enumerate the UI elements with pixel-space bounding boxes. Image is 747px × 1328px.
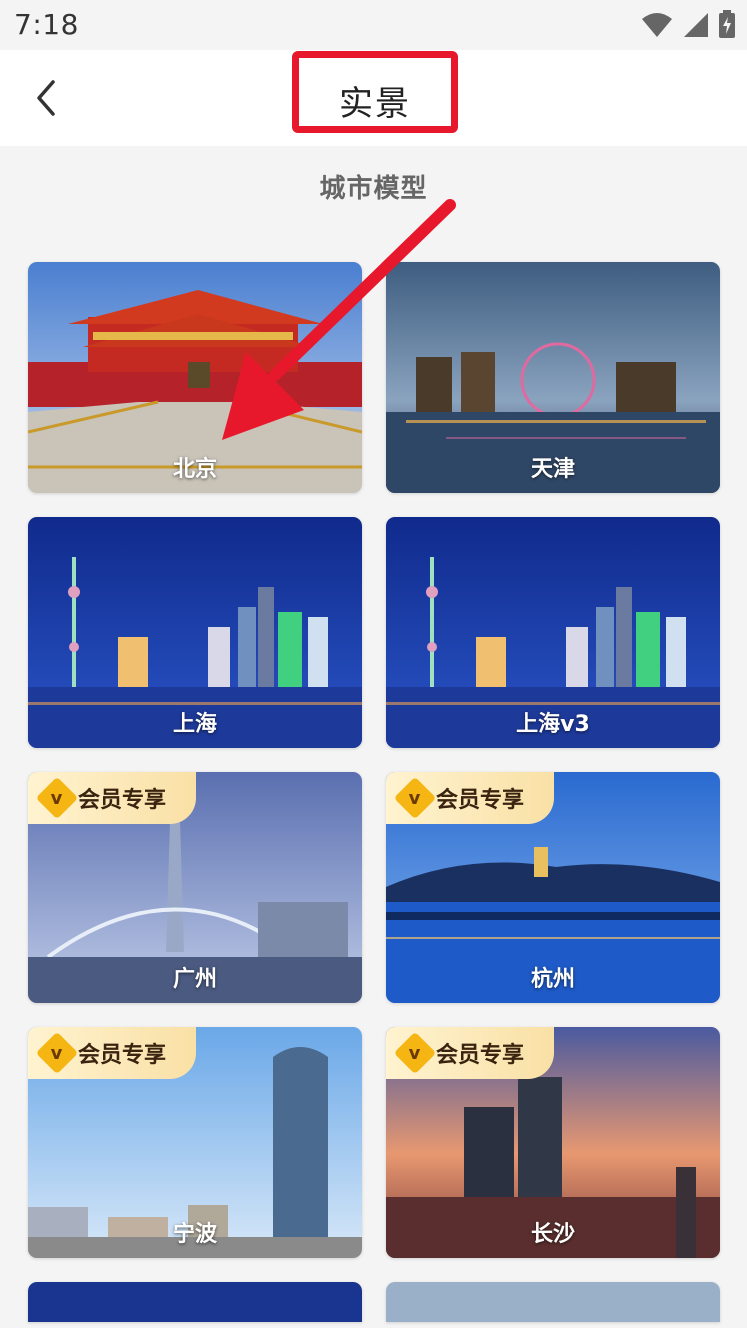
title-highlight-box: 实景 bbox=[292, 51, 458, 133]
city-card-guangzhou[interactable]: v 会员专享 广州 bbox=[28, 772, 362, 1003]
city-label: 上海 bbox=[172, 712, 217, 737]
city-card-partial-right[interactable] bbox=[386, 1282, 720, 1322]
city-card-shanghai[interactable]: 上海 bbox=[28, 517, 362, 748]
vip-badge-text: 会员专享 bbox=[78, 1043, 167, 1068]
partial-image-right bbox=[386, 1282, 720, 1322]
city-card-partial-left[interactable] bbox=[28, 1282, 362, 1322]
page-title: 实景 bbox=[339, 84, 411, 124]
wifi-icon bbox=[642, 13, 672, 37]
vip-badge-text: 会员专享 bbox=[78, 788, 167, 813]
vip-badge: v 会员专享 bbox=[386, 1027, 555, 1079]
city-card-tianjin[interactable]: 天津 bbox=[386, 262, 720, 493]
chevron-left-icon bbox=[37, 80, 55, 116]
section-title: 城市模型 bbox=[319, 174, 428, 204]
city-card-hangzhou[interactable]: v 会员专享 杭州 bbox=[386, 772, 720, 1003]
city-label: 宁波 bbox=[172, 1222, 217, 1247]
city-label: 北京 bbox=[172, 457, 217, 482]
city-label: 长沙 bbox=[530, 1222, 575, 1247]
vip-badge-text: 会员专享 bbox=[436, 1043, 525, 1068]
city-card-beijing[interactable]: 北京 bbox=[28, 262, 362, 493]
city-label: 广州 bbox=[172, 967, 217, 992]
status-bar: 7:18 bbox=[0, 0, 747, 50]
city-card-shanghai-v3[interactable]: 上海v3 bbox=[386, 517, 720, 748]
status-icons bbox=[641, 10, 735, 38]
partial-image-left bbox=[28, 1282, 362, 1322]
battery-charging-icon bbox=[719, 10, 735, 38]
header: 实景 bbox=[0, 50, 747, 146]
vip-badge: v 会员专享 bbox=[28, 772, 197, 824]
signal-icon bbox=[684, 13, 708, 37]
status-time: 7:18 bbox=[14, 8, 79, 41]
city-label: 杭州 bbox=[530, 967, 575, 992]
city-label: 天津 bbox=[530, 457, 575, 482]
vip-badge-text: 会员专享 bbox=[436, 788, 525, 813]
v-badge-icon: v bbox=[393, 1031, 437, 1075]
content-area: 城市模型 北京 天津 上海 上海v3 v 会员专享 广州 v 会员专享 杭州 v… bbox=[0, 146, 747, 1328]
vip-badge: v 会员专享 bbox=[386, 772, 555, 824]
vip-badge: v 会员专享 bbox=[28, 1027, 197, 1079]
v-badge-icon: v bbox=[393, 776, 437, 820]
back-button[interactable] bbox=[28, 76, 64, 120]
city-card-ningbo[interactable]: v 会员专享 宁波 bbox=[28, 1027, 362, 1258]
v-badge-icon: v bbox=[35, 1031, 79, 1075]
v-badge-icon: v bbox=[35, 776, 79, 820]
city-label: 上海v3 bbox=[516, 712, 590, 737]
city-card-changsha[interactable]: v 会员专享 长沙 bbox=[386, 1027, 720, 1258]
